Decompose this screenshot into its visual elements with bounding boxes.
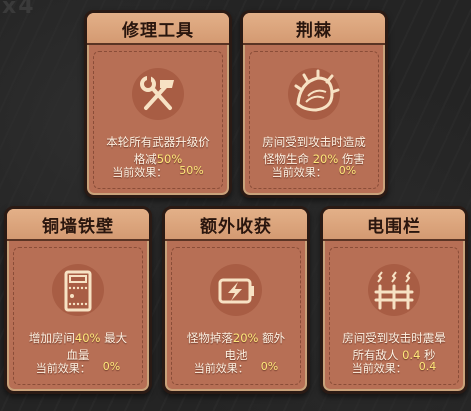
electric-fence-icon [364, 260, 424, 320]
card-header: 修理工具 [87, 13, 229, 45]
card-body: 本轮所有武器升级价 格减50% 当前效果： 50% [93, 51, 223, 189]
effect-label: 当前效果： [112, 166, 168, 179]
card-description: 怪物掉落20% 额外 电池 [176, 330, 296, 364]
card-title: 荆棘 [296, 20, 332, 41]
card-description: 房间受到攻击时造成 怪物生命 20% 伤害 [254, 134, 374, 168]
effect-value: 0% [102, 360, 121, 373]
card-title: 额外收获 [200, 216, 272, 237]
effect-label: 当前效果： [271, 166, 327, 179]
card-iron-wall[interactable]: 铜墙铁壁 增加房间40% 最大 血量 当前效果： 0% [4, 206, 152, 394]
current-effect: 当前效果： 0.4 [330, 360, 458, 376]
card-thorns[interactable]: 荆棘 房间受到攻击时造成 怪物生命 20% 伤害 当前效果： 0% [240, 10, 388, 198]
spiked-shell-icon [284, 64, 344, 124]
card-title: 修理工具 [122, 20, 194, 41]
current-effect: 当前效果： 50% [94, 164, 222, 180]
card-description: 本轮所有武器升级价 格减50% [98, 134, 218, 168]
battery-bolt-icon [206, 260, 266, 320]
desc-line-1: 房间受到攻击时震晕 [342, 331, 446, 345]
card-title: 铜墙铁壁 [42, 216, 114, 237]
desc-highlight: 40% [74, 331, 101, 345]
effect-label: 当前效果： [351, 362, 407, 375]
current-effect: 当前效果： 0% [172, 360, 300, 376]
desc-line-1: 本轮所有武器升级价 [106, 135, 210, 149]
current-effect: 当前效果： 0% [250, 164, 378, 180]
card-header: 荆棘 [243, 13, 385, 45]
desc-line-1: 房间受到攻击时造成 [262, 135, 366, 149]
desc-line-1: 增加房间40% 最大 [28, 331, 128, 345]
effect-label: 当前效果： [35, 362, 91, 375]
card-repair-tools[interactable]: 修理工具 本轮所有武器升级价 格减50% 当前效果： 50% [84, 10, 232, 198]
card-body: 怪物掉落20% 额外 电池 当前效果： 0% [171, 247, 301, 385]
card-body: 房间受到攻击时震晕 所有敌人 0.4 秒 当前效果： 0.4 [329, 247, 459, 385]
card-header: 额外收获 [165, 209, 307, 241]
reinforced-door-icon [48, 260, 108, 320]
card-electric-fence[interactable]: 电围栏 房间受到攻击时震晕 所有敌人 0.4 秒 当前效果： 0.4 [320, 206, 468, 394]
effect-value: 0% [260, 360, 279, 373]
card-header: 电围栏 [323, 209, 465, 241]
wrench-hammer-icon [128, 64, 188, 124]
effect-value: 50% [179, 164, 204, 177]
card-header: 铜墙铁壁 [7, 209, 149, 241]
card-body: 增加房间40% 最大 血量 当前效果： 0% [13, 247, 143, 385]
effect-value: 0.4 [418, 360, 437, 373]
desc-highlight: 20% [232, 331, 259, 345]
desc-line-1: 怪物掉落20% 额外 [186, 331, 286, 345]
card-extra-harvest[interactable]: 额外收获 怪物掉落20% 额外 电池 当前效果： 0% [162, 206, 310, 394]
card-body: 房间受到攻击时造成 怪物生命 20% 伤害 当前效果： 0% [249, 51, 379, 189]
card-description: 增加房间40% 最大 血量 [18, 330, 138, 364]
effect-value: 0% [338, 164, 357, 177]
current-effect: 当前效果： 0% [14, 360, 142, 376]
effect-label: 当前效果： [193, 362, 249, 375]
card-description: 房间受到攻击时震晕 所有敌人 0.4 秒 [334, 330, 454, 364]
background-multiplier-text: x4 [2, 0, 36, 19]
card-title: 电围栏 [367, 216, 421, 237]
